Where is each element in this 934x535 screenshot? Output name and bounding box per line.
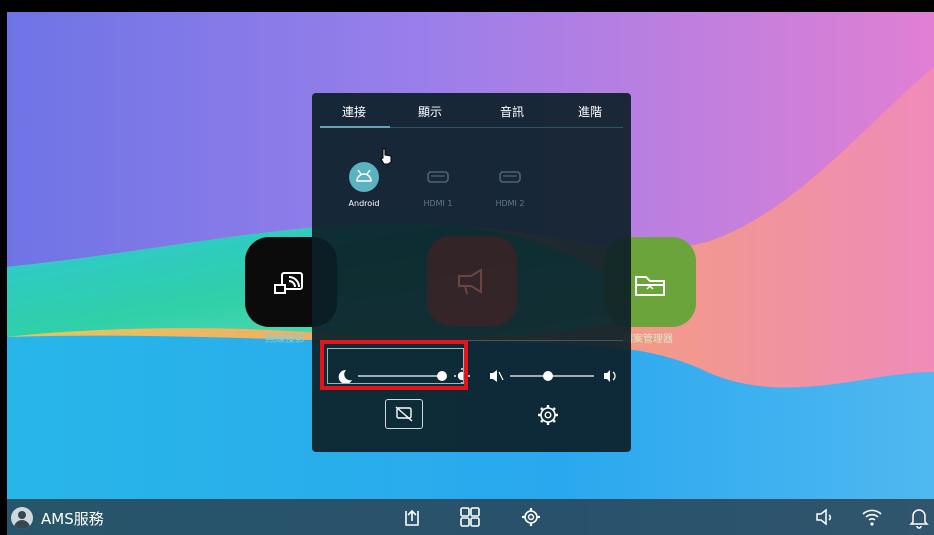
screen-off-icon	[395, 406, 413, 422]
tab-connection[interactable]: 連接	[324, 103, 384, 120]
tab-audio[interactable]: 音訊	[482, 103, 542, 120]
wifi-icon[interactable]	[860, 505, 884, 529]
active-tab-indicator	[320, 126, 390, 128]
screen-off-button[interactable]	[385, 399, 423, 429]
hdmi-icon	[499, 171, 521, 183]
wireless-projection-label: 無線投影	[265, 334, 305, 345]
tab-display[interactable]: 顯示	[400, 103, 460, 120]
apps-grid-icon[interactable]	[458, 505, 482, 529]
source-android[interactable]: Android	[334, 157, 394, 213]
mute-icon	[490, 370, 504, 382]
panel-tabs: 連接 顯示 音訊 進階	[312, 93, 631, 128]
source-hdmi1[interactable]: HDMI 1	[408, 157, 468, 213]
desktop-screen: 無線投影 檔案管理器 連接 顯示 音訊 進階 Android HDMI 1 HD…	[7, 12, 934, 535]
user-avatar-icon[interactable]	[11, 507, 33, 529]
user-service-label[interactable]: AMS服務	[41, 508, 104, 529]
tab-advanced[interactable]: 進階	[560, 103, 620, 120]
hand-cursor-icon	[380, 148, 392, 165]
megaphone-icon	[458, 268, 482, 295]
volume-thumb	[543, 371, 553, 381]
bell-icon[interactable]	[907, 505, 931, 529]
taskbar: AMS服務	[7, 499, 934, 535]
quick-settings-panel: 連接 顯示 音訊 進階 Android HDMI 1 HDMI 2	[312, 93, 631, 452]
gear-icon	[538, 405, 558, 425]
source-hdmi2-label: HDMI 2	[495, 199, 525, 208]
source-hdmi2[interactable]: HDMI 2	[480, 157, 540, 213]
hdmi-icon	[427, 171, 449, 183]
settings-icon[interactable]	[519, 505, 543, 529]
announcement-tile-ghost	[427, 236, 517, 326]
source-android-label: Android	[348, 199, 380, 208]
share-screen-icon[interactable]	[400, 505, 424, 529]
speaker-icon	[604, 370, 616, 382]
panel-settings-button[interactable]	[534, 401, 562, 429]
volume-icon[interactable]	[813, 505, 837, 529]
source-hdmi1-label: HDMI 1	[423, 199, 453, 208]
brightness-slider-frame	[327, 348, 464, 384]
volume-slider[interactable]	[482, 360, 622, 392]
